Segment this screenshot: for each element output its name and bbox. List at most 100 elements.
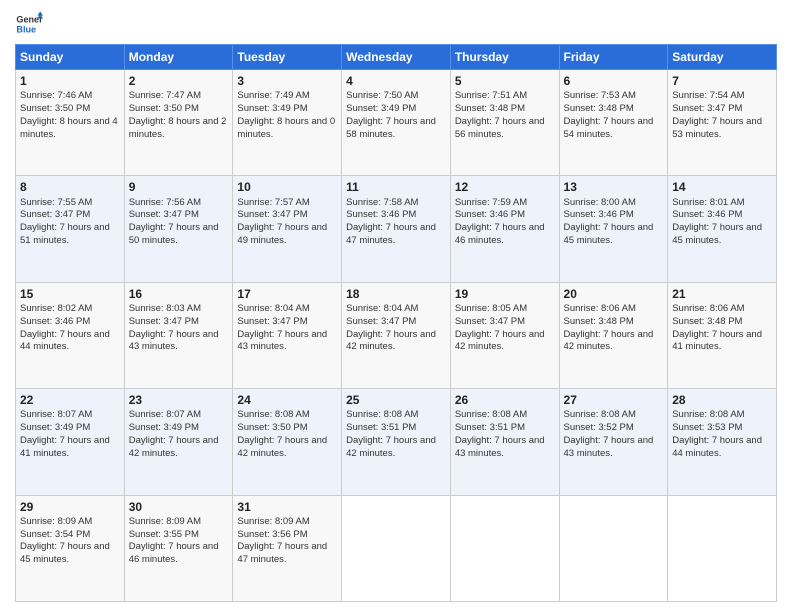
day-number: 5 [455,73,555,89]
sunset-label: Sunset: 3:52 PM [564,422,634,433]
calendar-cell: 30 Sunrise: 8:09 AM Sunset: 3:55 PM Dayl… [124,495,233,601]
daylight-label: Daylight: 7 hours and 43 minutes. [237,329,327,353]
calendar-cell: 20 Sunrise: 8:06 AM Sunset: 3:48 PM Dayl… [559,282,668,388]
sunrise-label: Sunrise: 8:08 AM [346,409,418,420]
calendar-cell: 16 Sunrise: 8:03 AM Sunset: 3:47 PM Dayl… [124,282,233,388]
daylight-label: Daylight: 7 hours and 42 minutes. [237,435,327,459]
calendar-cell: 28 Sunrise: 8:08 AM Sunset: 3:53 PM Dayl… [668,389,777,495]
calendar-cell: 26 Sunrise: 8:08 AM Sunset: 3:51 PM Dayl… [450,389,559,495]
sunrise-label: Sunrise: 8:02 AM [20,303,92,314]
sunrise-label: Sunrise: 8:08 AM [564,409,636,420]
day-number: 2 [129,73,229,89]
calendar-cell: 5 Sunrise: 7:51 AM Sunset: 3:48 PM Dayli… [450,70,559,176]
day-number: 6 [564,73,664,89]
daylight-label: Daylight: 7 hours and 45 minutes. [20,541,110,565]
sunrise-label: Sunrise: 7:54 AM [672,90,744,101]
sunset-label: Sunset: 3:47 PM [237,316,307,327]
daylight-label: Daylight: 7 hours and 42 minutes. [346,435,436,459]
sunset-label: Sunset: 3:47 PM [129,209,199,220]
day-number: 3 [237,73,337,89]
sunrise-label: Sunrise: 8:08 AM [237,409,309,420]
sunset-label: Sunset: 3:53 PM [672,422,742,433]
day-number: 21 [672,286,772,302]
sunrise-label: Sunrise: 8:06 AM [672,303,744,314]
day-number: 25 [346,392,446,408]
calendar-cell [559,495,668,601]
calendar-cell: 23 Sunrise: 8:07 AM Sunset: 3:49 PM Dayl… [124,389,233,495]
sunrise-label: Sunrise: 7:55 AM [20,197,92,208]
col-header-sunday: Sunday [16,45,125,70]
sunset-label: Sunset: 3:46 PM [20,316,90,327]
calendar-cell: 24 Sunrise: 8:08 AM Sunset: 3:50 PM Dayl… [233,389,342,495]
sunset-label: Sunset: 3:47 PM [20,209,90,220]
daylight-label: Daylight: 7 hours and 58 minutes. [346,116,436,140]
sunset-label: Sunset: 3:50 PM [237,422,307,433]
sunset-label: Sunset: 3:51 PM [455,422,525,433]
sunrise-label: Sunrise: 7:56 AM [129,197,201,208]
day-number: 4 [346,73,446,89]
sunset-label: Sunset: 3:49 PM [237,103,307,114]
daylight-label: Daylight: 7 hours and 47 minutes. [346,222,436,246]
sunrise-label: Sunrise: 7:46 AM [20,90,92,101]
sunset-label: Sunset: 3:48 PM [564,103,634,114]
calendar-cell: 18 Sunrise: 8:04 AM Sunset: 3:47 PM Dayl… [342,282,451,388]
day-number: 26 [455,392,555,408]
calendar-cell: 21 Sunrise: 8:06 AM Sunset: 3:48 PM Dayl… [668,282,777,388]
daylight-label: Daylight: 7 hours and 44 minutes. [20,329,110,353]
sunrise-label: Sunrise: 7:49 AM [237,90,309,101]
calendar-cell: 9 Sunrise: 7:56 AM Sunset: 3:47 PM Dayli… [124,176,233,282]
col-header-friday: Friday [559,45,668,70]
sunrise-label: Sunrise: 7:50 AM [346,90,418,101]
sunset-label: Sunset: 3:50 PM [129,103,199,114]
daylight-label: Daylight: 7 hours and 46 minutes. [455,222,545,246]
daylight-label: Daylight: 8 hours and 0 minutes. [237,116,335,140]
sunset-label: Sunset: 3:46 PM [564,209,634,220]
calendar-cell: 14 Sunrise: 8:01 AM Sunset: 3:46 PM Dayl… [668,176,777,282]
sunrise-label: Sunrise: 8:04 AM [237,303,309,314]
sunset-label: Sunset: 3:48 PM [455,103,525,114]
sunset-label: Sunset: 3:49 PM [20,422,90,433]
calendar-cell: 25 Sunrise: 8:08 AM Sunset: 3:51 PM Dayl… [342,389,451,495]
day-number: 22 [20,392,120,408]
col-header-thursday: Thursday [450,45,559,70]
calendar-cell: 11 Sunrise: 7:58 AM Sunset: 3:46 PM Dayl… [342,176,451,282]
calendar-cell: 6 Sunrise: 7:53 AM Sunset: 3:48 PM Dayli… [559,70,668,176]
svg-text:Blue: Blue [16,24,36,34]
day-number: 17 [237,286,337,302]
logo: General Blue [15,10,45,38]
calendar-cell: 29 Sunrise: 8:09 AM Sunset: 3:54 PM Dayl… [16,495,125,601]
sunrise-label: Sunrise: 8:07 AM [129,409,201,420]
calendar-cell: 27 Sunrise: 8:08 AM Sunset: 3:52 PM Dayl… [559,389,668,495]
calendar-cell: 2 Sunrise: 7:47 AM Sunset: 3:50 PM Dayli… [124,70,233,176]
day-number: 1 [20,73,120,89]
daylight-label: Daylight: 7 hours and 43 minutes. [564,435,654,459]
col-header-monday: Monday [124,45,233,70]
sunset-label: Sunset: 3:54 PM [20,529,90,540]
sunrise-label: Sunrise: 8:09 AM [20,516,92,527]
day-number: 14 [672,179,772,195]
calendar-cell [450,495,559,601]
calendar-cell: 15 Sunrise: 8:02 AM Sunset: 3:46 PM Dayl… [16,282,125,388]
day-number: 9 [129,179,229,195]
day-number: 29 [20,499,120,515]
sunset-label: Sunset: 3:46 PM [455,209,525,220]
day-number: 31 [237,499,337,515]
logo-icon: General Blue [15,10,43,38]
sunrise-label: Sunrise: 8:08 AM [672,409,744,420]
daylight-label: Daylight: 7 hours and 42 minutes. [564,329,654,353]
daylight-label: Daylight: 7 hours and 41 minutes. [20,435,110,459]
daylight-label: Daylight: 7 hours and 43 minutes. [129,329,219,353]
sunrise-label: Sunrise: 7:59 AM [455,197,527,208]
day-number: 10 [237,179,337,195]
daylight-label: Daylight: 7 hours and 46 minutes. [129,541,219,565]
daylight-label: Daylight: 7 hours and 51 minutes. [20,222,110,246]
day-number: 19 [455,286,555,302]
sunrise-label: Sunrise: 8:01 AM [672,197,744,208]
calendar-cell: 31 Sunrise: 8:09 AM Sunset: 3:56 PM Dayl… [233,495,342,601]
calendar-cell: 19 Sunrise: 8:05 AM Sunset: 3:47 PM Dayl… [450,282,559,388]
col-header-wednesday: Wednesday [342,45,451,70]
sunset-label: Sunset: 3:49 PM [346,103,416,114]
day-number: 16 [129,286,229,302]
sunset-label: Sunset: 3:47 PM [129,316,199,327]
daylight-label: Daylight: 8 hours and 4 minutes. [20,116,118,140]
